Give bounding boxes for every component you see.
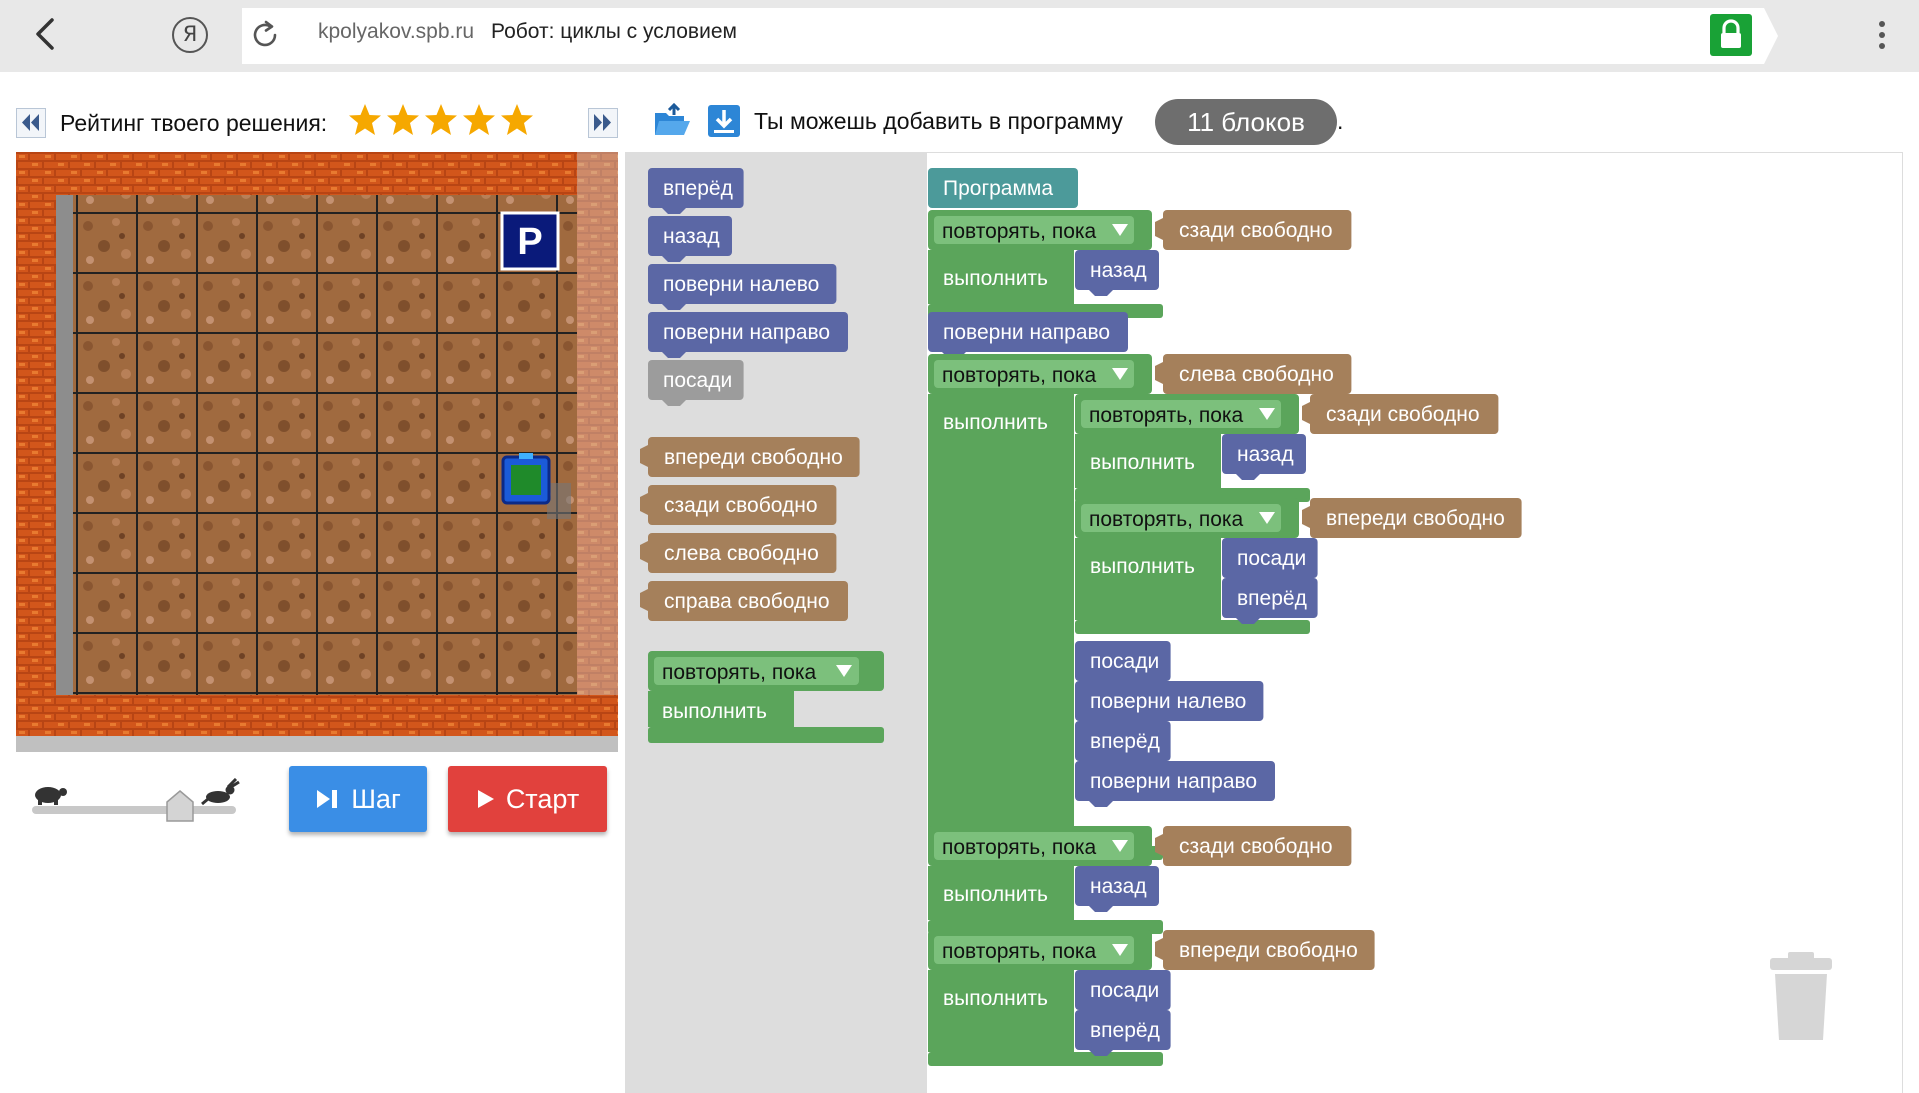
program-loop-3-body bbox=[928, 394, 1074, 846]
toolbox-action-3-label: поверни направо bbox=[663, 321, 830, 344]
toolbox-action-0-notch bbox=[662, 208, 686, 214]
program-loop-5-cond-plug bbox=[1155, 938, 1163, 960]
toolbox-loop-footer bbox=[648, 727, 884, 743]
toolbox-condition-0-label: впереди свободно bbox=[664, 446, 843, 469]
program-loop-5-label: повторять, пока bbox=[942, 940, 1097, 963]
toolbox-action-0-label: вперёд bbox=[663, 177, 733, 200]
program-loop-4-action-1-label: назад bbox=[1090, 875, 1147, 898]
toolbox-action-4-notch bbox=[662, 400, 686, 406]
toolbox-action-2-notch bbox=[662, 304, 686, 310]
toolbox-action-3-notch bbox=[662, 352, 686, 358]
program-loop-5-action-1-label: посади bbox=[1090, 979, 1159, 1002]
program-turn-right-label: поверни направо bbox=[943, 321, 1110, 344]
toolbox-loop-do-label: выполнить bbox=[662, 700, 767, 723]
program-loop-3b-cond-label: впереди свободно bbox=[1326, 507, 1505, 530]
toolbox-condition-2-label: слева свободно bbox=[664, 542, 819, 565]
trash-icon[interactable] bbox=[1766, 952, 1836, 1044]
program-loop-1-cond-label: сзади свободно bbox=[1179, 219, 1333, 242]
program-loop-5-do-label: выполнить bbox=[943, 987, 1048, 1010]
program-loop-1-label: повторять, пока bbox=[942, 220, 1097, 243]
program-loop-3-label: повторять, пока bbox=[942, 364, 1097, 387]
program-loop-5-body bbox=[928, 970, 1074, 1052]
toolbox-loop-label: повторять, пока bbox=[662, 661, 817, 684]
program-loop-3a-action-1-notch bbox=[1236, 474, 1260, 480]
toolbox-action-1-label: назад bbox=[663, 225, 720, 248]
program-loop-3b-do-label: выполнить bbox=[1090, 555, 1195, 578]
program-loop-4-cond-label: сзади свободно bbox=[1179, 835, 1333, 858]
toolbox-action-2-label: поверни налево bbox=[663, 273, 819, 296]
program-loop-5-cond-label: впереди свободно bbox=[1179, 939, 1358, 962]
program-loop-3-cond-plug bbox=[1155, 362, 1163, 384]
program-loop-3a-do-label: выполнить bbox=[1090, 451, 1195, 474]
program-loop-4-action-1-notch bbox=[1089, 906, 1113, 912]
program-loop-3b-cond-plug bbox=[1302, 506, 1310, 528]
toolbox-action-1-notch bbox=[662, 256, 686, 262]
program-loop-3b-action-1-label: посади bbox=[1237, 547, 1306, 570]
program-loop-3-action-2-label: поверни налево bbox=[1090, 690, 1246, 713]
toolbox-action-4-label: посади bbox=[663, 369, 732, 392]
toolbox-condition-1-plug bbox=[640, 493, 648, 515]
program-loop-3b-body bbox=[1075, 538, 1221, 620]
program-root-label: Программа bbox=[943, 177, 1053, 200]
program-loop-5-footer bbox=[928, 1052, 1163, 1066]
program-loop-5-action-2-label: вперёд bbox=[1090, 1019, 1160, 1042]
program-loop-3-action-1-label: посади bbox=[1090, 650, 1159, 673]
program-loop-3a-cond-plug bbox=[1302, 402, 1310, 424]
program-loop-3b-label: повторять, пока bbox=[1089, 508, 1244, 531]
program-loop-3b-footer bbox=[1075, 620, 1310, 634]
toolbox-condition-3-label: справа свободно bbox=[664, 590, 830, 613]
toolbox-condition-3-plug bbox=[640, 589, 648, 611]
program-loop-3a-label: повторять, пока bbox=[1089, 404, 1244, 427]
program-loop-3a-action-1-label: назад bbox=[1237, 443, 1294, 466]
program-loop-1-action-1-label: назад bbox=[1090, 259, 1147, 282]
toolbox-condition-2-plug bbox=[640, 541, 648, 563]
program-loop-4-label: повторять, пока bbox=[942, 836, 1097, 859]
program-loop-3-do-label: выполнить bbox=[943, 411, 1048, 434]
program-loop-3b-action-2-label: вперёд bbox=[1237, 587, 1307, 610]
program-loop-3a-cond-label: сзади свободно bbox=[1326, 403, 1480, 426]
program-loop-1-cond-plug bbox=[1155, 218, 1163, 240]
program-loop-1-action-1-notch bbox=[1089, 290, 1113, 296]
toolbox-condition-0-plug bbox=[640, 445, 648, 467]
program-loop-3-action-3-label: вперёд bbox=[1090, 730, 1160, 753]
program-loop-3-cond-label: слева свободно bbox=[1179, 363, 1334, 386]
program-loop-3-action-4-notch bbox=[1089, 801, 1113, 807]
program-loop-3-action-4-label: поверни направо bbox=[1090, 770, 1257, 793]
program-loop-4-do-label: выполнить bbox=[943, 883, 1048, 906]
blocks-canvas: вперёд назад поверни налево поверни направо… bbox=[640, 168, 1522, 1066]
program-loop-1-do-label: выполнить bbox=[943, 267, 1048, 290]
toolbox-condition-1-label: сзади свободно bbox=[664, 494, 818, 517]
